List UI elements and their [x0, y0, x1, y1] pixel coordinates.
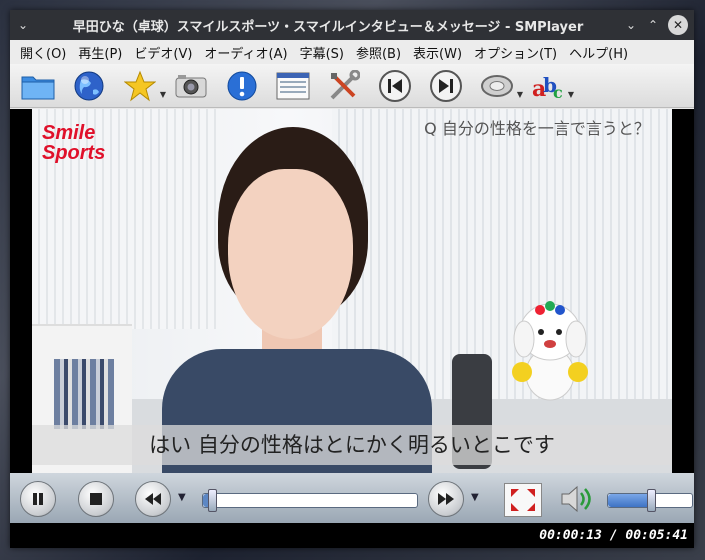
rewind-icon	[145, 493, 161, 505]
fullscreen-button[interactable]	[504, 483, 542, 517]
forward-icon	[438, 493, 454, 505]
window-title: 早田ひな（卓球）スマイルスポーツ・スマイルインタビュー＆メッセージ - SMPl…	[72, 19, 584, 35]
menu-help[interactable]: ヘルプ(H)	[563, 43, 634, 62]
person-face	[228, 169, 353, 339]
audio-track-icon	[481, 74, 513, 97]
rewind-button[interactable]	[135, 481, 171, 517]
menu-open[interactable]: 開く(O)	[14, 43, 72, 62]
time-display: 00:00:13 / 00:05:41	[539, 528, 688, 543]
preferences-button[interactable]	[324, 67, 364, 105]
next-icon	[430, 69, 462, 102]
previous-button[interactable]	[375, 67, 415, 105]
volume-level	[608, 494, 650, 507]
seek-bar[interactable]	[202, 489, 418, 512]
subtitle-text: はい 自分の性格はとにかく明るいとこです	[32, 425, 672, 465]
pause-icon	[33, 493, 43, 505]
maximize-icon[interactable]: ⌃	[642, 18, 664, 32]
status-bar: 00:00:13 / 00:05:41	[10, 523, 694, 548]
mute-button[interactable]	[558, 483, 596, 515]
window-menu-icon[interactable]: ⌄	[10, 18, 36, 32]
menu-play[interactable]: 再生(P)	[72, 43, 128, 62]
subtitle-icon: a b c	[532, 73, 563, 102]
playlist-icon	[276, 72, 310, 99]
camera-icon	[175, 74, 207, 97]
chevron-down-icon[interactable]: ▼	[517, 90, 523, 99]
volume-slider[interactable]	[607, 489, 693, 512]
menu-audio[interactable]: オーディオ(A)	[198, 43, 293, 62]
subtitle-track-button[interactable]: a b c ▼	[528, 67, 574, 105]
open-url-button[interactable]	[69, 67, 109, 105]
folder-icon	[21, 76, 55, 99]
forward-chevron-down-icon[interactable]: ▼	[471, 492, 479, 503]
fullscreen-icon	[511, 489, 535, 511]
menu-options[interactable]: オプション(T)	[468, 43, 563, 62]
speaker-icon	[561, 485, 591, 513]
audio-track-button[interactable]: ▼	[477, 67, 523, 105]
smile-sports-logo: Smile Sports	[42, 123, 152, 164]
title-bar[interactable]: ⌄ 早田ひな（卓球）スマイルスポーツ・スマイルインタビュー＆メッセージ - SM…	[10, 10, 694, 40]
menu-subtitles[interactable]: 字幕(S)	[294, 43, 350, 62]
svg-text:c: c	[553, 83, 563, 102]
rewind-chevron-down-icon[interactable]: ▼	[178, 492, 186, 503]
info-button[interactable]	[222, 67, 262, 105]
menu-view[interactable]: 表示(W)	[407, 43, 468, 62]
menu-browse[interactable]: 参照(B)	[350, 43, 407, 62]
question-caption: Q 自分の性格を一言で言うと？	[424, 119, 650, 138]
video-frame: Smile Sports Q 自分の性格を一言で言うと？ はい 自分の性格はとに…	[32, 109, 672, 473]
video-area[interactable]: Smile Sports Q 自分の性格を一言で言うと？ はい 自分の性格はとに…	[10, 109, 694, 473]
stop-button[interactable]	[78, 481, 114, 517]
playlist-button[interactable]	[273, 67, 313, 105]
chevron-down-icon[interactable]: ▼	[160, 90, 166, 99]
chevron-down-icon[interactable]: ▼	[568, 90, 574, 99]
logo-line-1: Smile	[42, 122, 96, 144]
close-icon[interactable]: ✕	[668, 15, 688, 35]
open-file-button[interactable]	[18, 67, 58, 105]
info-icon	[227, 71, 257, 100]
globe-icon	[74, 71, 104, 100]
tools-icon	[330, 69, 360, 99]
forward-button[interactable]	[428, 481, 464, 517]
logo-line-2: Sports	[42, 142, 106, 164]
menu-video[interactable]: ビデオ(V)	[128, 43, 198, 62]
control-bar: ▼ ▼	[10, 473, 694, 523]
stop-icon	[90, 493, 102, 505]
star-icon	[124, 70, 156, 101]
toolbar: ▼ ▼ a b c ▼	[10, 64, 694, 108]
next-button[interactable]	[426, 67, 466, 105]
volume-handle[interactable]	[647, 489, 656, 512]
books	[54, 359, 114, 429]
previous-icon	[379, 69, 411, 102]
smplayer-window: ⌄ 早田ひな（卓球）スマイルスポーツ・スマイルインタビュー＆メッセージ - SM…	[10, 10, 694, 548]
menu-bar: 開く(O) 再生(P) ビデオ(V) オーディオ(A) 字幕(S) 参照(B) …	[10, 40, 694, 64]
mascot-figure	[512, 301, 588, 401]
minimize-icon[interactable]: ⌄	[620, 18, 642, 32]
pause-button[interactable]	[20, 481, 56, 517]
seek-handle[interactable]	[208, 489, 218, 512]
screenshot-button[interactable]	[171, 67, 211, 105]
favorites-button[interactable]: ▼	[120, 67, 166, 105]
